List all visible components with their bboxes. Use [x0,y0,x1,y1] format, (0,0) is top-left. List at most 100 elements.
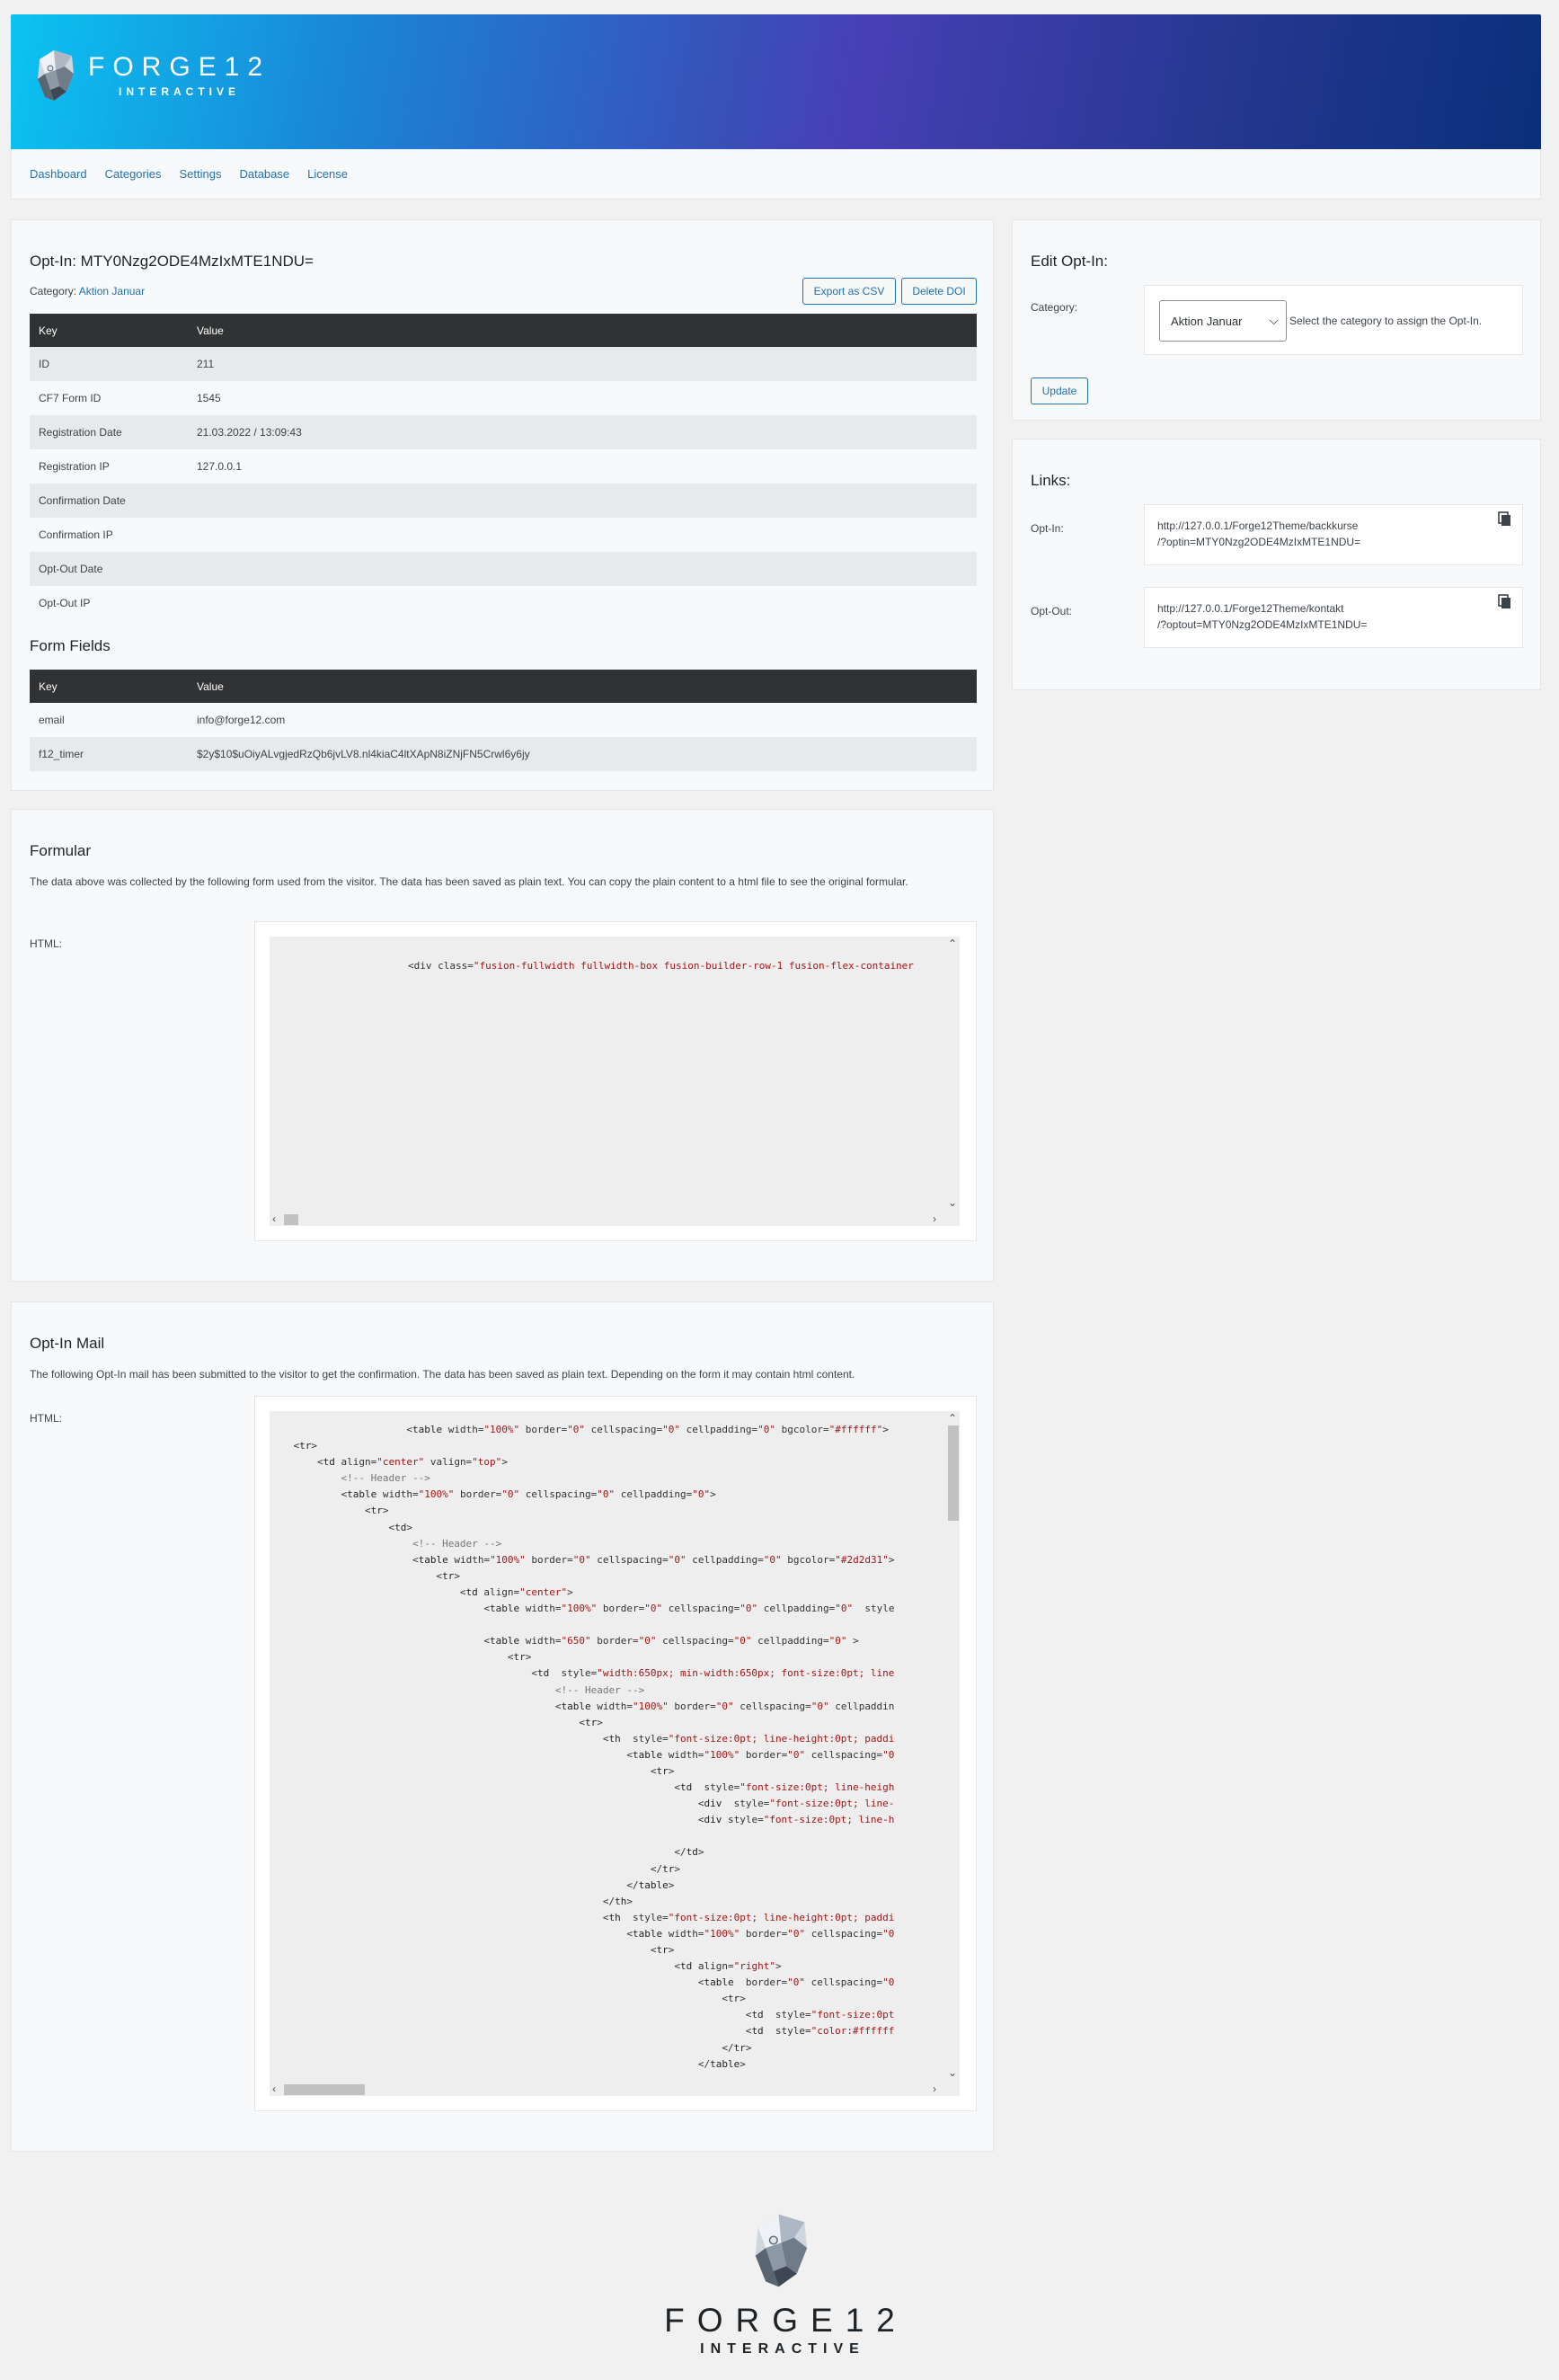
form-fields-header-key: Key [30,670,188,703]
optin-link-line1: http://127.0.0.1/Forge12Theme/backkurse [1157,520,1359,532]
category-select-box: Aktion Januar ⌵ Select the category to a… [1144,285,1523,355]
row-value: $2y$10$uOiyALvgjedRzQb6jvLV8.nl4kiaC4ltX… [188,737,977,771]
chevron-down-icon: ⌵ [1269,313,1279,327]
vertical-scrollbar[interactable]: ⌃ ⌄ [945,1411,960,2082]
scroll-right-icon[interactable]: › [933,1213,936,1224]
mail-code-textarea[interactable]: <table width="100%" border="0" cellspaci… [270,1411,960,2096]
row-value [188,518,977,552]
optin-table: Key Value ID 211 CF7 Form ID 1545 Registra… [30,314,977,620]
forge12-logo[interactable]: FORGE12 INTERACTIVE [32,47,270,104]
formular-code-textarea[interactable]: <div class="fusion-fullwidth fullwidth-b… [270,937,960,1226]
category-select-value: Aktion Januar [1171,314,1243,328]
formular-description: The data above was collected by the foll… [30,875,908,888]
formular-title: Formular [30,842,92,859]
table-row: Confirmation IP [30,518,977,552]
row-value [188,552,977,586]
optin-link-line2: /?optin=MTY0Nzg2ODE4MzIxMTE1NDU= [1157,536,1361,548]
scroll-left-icon[interactable]: ‹ [272,1213,276,1224]
optout-link-line2: /?optout=MTY0Nzg2ODE4MzIxMTE1NDU= [1157,618,1368,631]
scroll-up-icon[interactable]: ⌃ [948,1413,957,1424]
table-row: ID 211 [30,347,977,381]
row-key: ID [30,347,188,381]
mail-description: The following Opt-In mail has been submi… [30,1368,855,1381]
export-csv-button[interactable]: Export as CSV [802,278,896,305]
row-value: 127.0.0.1 [188,449,977,484]
edit-title: Edit Opt-In: [1031,253,1108,270]
row-key: CF7 Form ID [30,381,188,415]
optin-link-label: Opt-In: [1031,522,1064,535]
nav-settings[interactable]: Settings [179,167,221,181]
table-row: Opt-Out Date [30,552,977,586]
optin-table-header-value: Value [188,314,977,347]
row-value: 21.03.2022 / 13:09:43 [188,415,977,449]
horizontal-scroll-thumb[interactable] [284,2084,365,2095]
optin-table-header-key: Key [30,314,188,347]
nav-database[interactable]: Database [239,167,289,181]
vertical-scrollbar[interactable]: ⌃ ⌄ [945,937,960,1212]
table-row: email info@forge12.com [30,703,977,737]
row-value: info@forge12.com [188,703,977,737]
table-row: Registration IP 127.0.0.1 [30,449,977,484]
row-key: Registration Date [30,415,188,449]
formular-code-box: <div class="fusion-fullwidth fullwidth-b… [254,921,977,1241]
form-fields-table: Key Value email info@forge12.com f12_time… [30,670,977,771]
edit-category-label: Category: [1031,301,1078,314]
table-row: Registration Date 21.03.2022 / 13:09:43 [30,415,977,449]
category-help-text: Select the category to assign the Opt-In… [1289,315,1483,327]
row-key: Confirmation IP [30,518,188,552]
category-label: Category: [30,285,77,298]
row-key: email [30,703,188,737]
mail-title: Opt-In Mail [30,1335,105,1352]
form-fields-header-value: Value [188,670,977,703]
table-row: Confirmation Date [30,484,977,518]
footer-brand-name: FORGE12 [664,2302,908,2339]
row-key: Registration IP [30,449,188,484]
row-value: 211 [188,347,977,381]
optout-link-box: http://127.0.0.1/Forge12Theme/kontakt /?… [1144,587,1523,648]
horizontal-scrollbar[interactable]: ‹ › [270,2082,945,2096]
mail-html-label: HTML: [30,1412,62,1425]
nav-categories[interactable]: Categories [105,167,162,181]
optout-link-text[interactable]: http://127.0.0.1/Forge12Theme/kontakt /?… [1157,600,1508,633]
scroll-up-icon[interactable]: ⌃ [948,938,957,949]
formular-code: <div class="fusion-fullwidth fullwidth-b… [408,960,914,972]
main-nav: Dashboard Categories Settings Database L… [11,149,1541,200]
mail-code-box: <table width="100%" border="0" cellspaci… [254,1396,977,2111]
delete-doi-button[interactable]: Delete DOI [901,278,977,305]
optin-title: Opt-In: MTY0Nzg2ODE4MzIxMTE1NDU= [30,253,314,270]
table-row: CF7 Form ID 1545 [30,381,977,415]
vertical-scroll-thumb[interactable] [948,1425,959,1521]
table-row: f12_timer $2y$10$uOiyALvgjedRzQb6jvLV8.nl… [30,737,977,771]
mail-code: <table width="100%" border="0" cellspaci… [270,1424,895,2070]
copy-icon[interactable] [1497,511,1513,528]
category-select[interactable]: Aktion Januar ⌵ [1159,300,1287,342]
horizontal-scrollbar[interactable]: ‹ › [270,1212,945,1226]
forge12-logo-icon [755,2214,807,2287]
optin-link-text[interactable]: http://127.0.0.1/Forge12Theme/backkurse … [1157,518,1508,550]
horizontal-scroll-thumb[interactable] [284,1214,298,1225]
optout-link-label: Opt-Out: [1031,605,1073,617]
optin-mail-panel: Opt-In Mail The following Opt-In mail ha… [11,1301,994,2152]
scroll-down-icon[interactable]: ⌄ [948,1197,957,1208]
links-title: Links: [1031,472,1071,489]
nav-dashboard[interactable]: Dashboard [30,167,87,181]
copy-icon[interactable] [1497,593,1513,611]
scroll-down-icon[interactable]: ⌄ [948,2067,957,2078]
table-row: Opt-Out IP [30,586,977,620]
row-value: 1545 [188,381,977,415]
category-link[interactable]: Aktion Januar [79,285,145,298]
optin-details-panel: Opt-In: MTY0Nzg2ODE4MzIxMTE1NDU= Categor… [11,219,994,791]
nav-license[interactable]: License [307,167,348,181]
brand-name: FORGE12 [88,52,271,82]
forge12-logo-icon [38,50,74,101]
update-button[interactable]: Update [1031,377,1088,404]
optin-category-line: Category: Aktion Januar [30,285,145,298]
row-key: Opt-Out Date [30,552,188,586]
scroll-right-icon[interactable]: › [933,2083,936,2094]
optout-link-line1: http://127.0.0.1/Forge12Theme/kontakt [1157,602,1344,615]
footer-logo: FORGE12 INTERACTIVE [0,2209,1559,2358]
scroll-left-icon[interactable]: ‹ [272,2083,276,2094]
row-key: Confirmation Date [30,484,188,518]
edit-optin-panel: Edit Opt-In: Category: Aktion Januar ⌵ S… [1012,219,1541,421]
row-value [188,484,977,518]
